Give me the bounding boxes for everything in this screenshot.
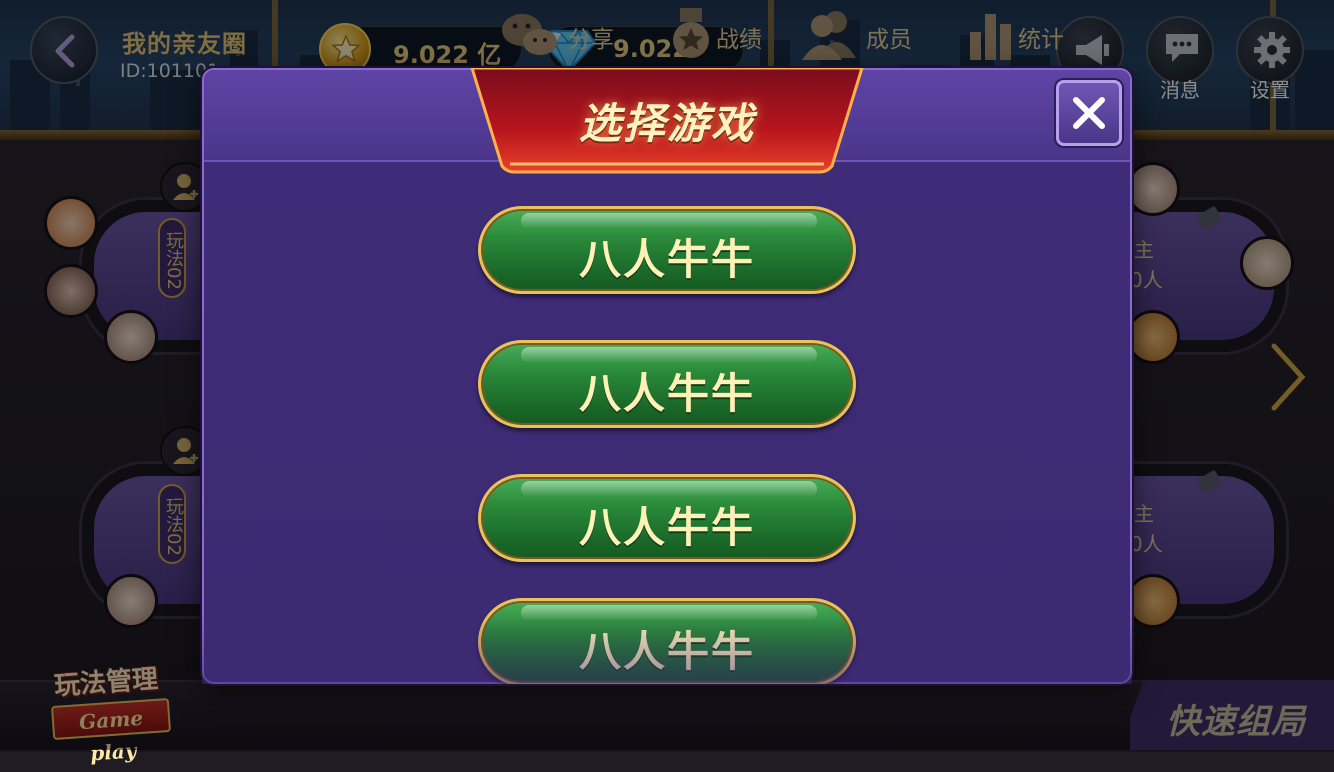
dialog-title: 选择游戏 bbox=[578, 99, 755, 148]
game-option-button[interactable]: 八人牛牛 bbox=[478, 206, 856, 294]
game-option-label: 八人牛牛 bbox=[578, 369, 755, 418]
dialog-title-plate: 选择游戏 bbox=[470, 68, 864, 174]
game-option-button[interactable]: 八人牛牛 bbox=[478, 598, 856, 684]
game-option-button[interactable]: 八人牛牛 bbox=[478, 474, 856, 562]
game-option-label: 八人牛牛 bbox=[578, 235, 755, 284]
game-option-label: 八人牛牛 bbox=[578, 627, 755, 676]
game-option-button[interactable]: 八人牛牛 bbox=[478, 340, 856, 428]
game-list[interactable]: 八人牛牛 八人牛牛 八人牛牛 八人牛牛 bbox=[202, 170, 1132, 684]
close-icon bbox=[1073, 97, 1105, 129]
close-dialog-button[interactable] bbox=[1056, 80, 1122, 146]
game-option-label: 八人牛牛 bbox=[578, 503, 755, 552]
